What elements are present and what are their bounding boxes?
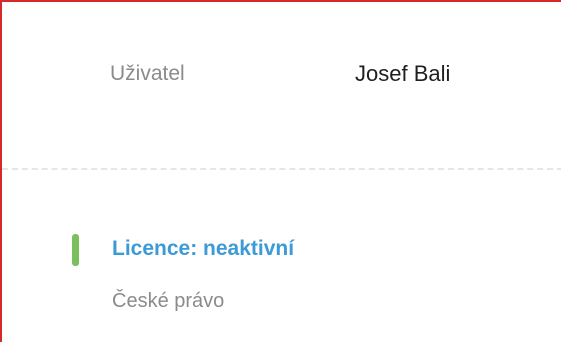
license-product-name: České právo	[112, 290, 225, 312]
license-status-link[interactable]: Licence: neaktivní	[112, 237, 294, 261]
dashed-divider	[2, 168, 561, 170]
license-panel: Uživatel Josef Bali Licence: neaktivní Č…	[0, 0, 561, 342]
license-item[interactable]: Licence: neaktivní České právo	[72, 232, 552, 322]
user-row: Uživatel Josef Bali	[110, 54, 450, 94]
license-status-indicator	[72, 234, 79, 266]
user-label: Uživatel	[110, 62, 185, 85]
user-name: Josef Bali	[355, 61, 451, 86]
